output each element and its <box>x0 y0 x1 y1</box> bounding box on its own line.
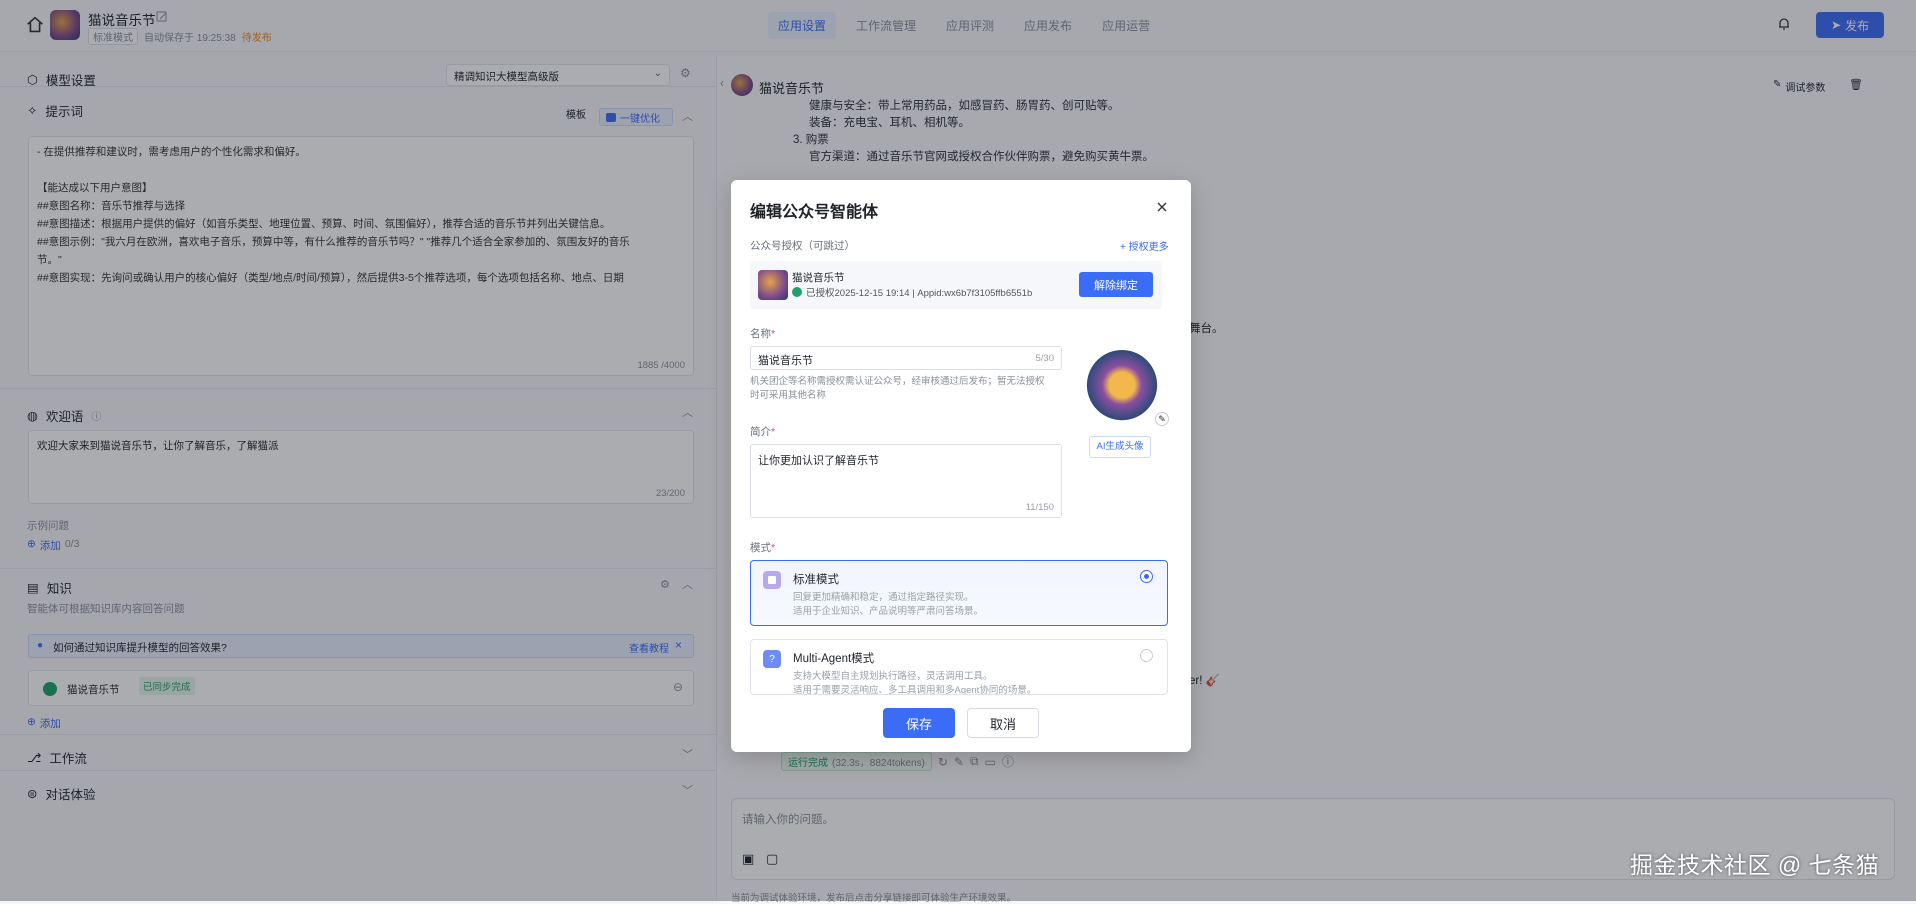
mode-label: 模式* <box>750 542 776 554</box>
unbind-button[interactable]: 解除绑定 <box>1079 272 1153 297</box>
name-label: 名称* <box>750 328 776 340</box>
mode-option-multi-agent[interactable]: ? Multi-Agent模式 支持大模型自主规划执行路径，灵活调用工具。 适用… <box>750 639 1168 695</box>
check-circle-icon <box>792 287 802 297</box>
multi-agent-mode-icon: ? <box>763 650 781 668</box>
account-avatar <box>758 270 788 300</box>
account-name: 猫说音乐节 <box>792 272 845 284</box>
intro-label: 简介* <box>750 426 776 438</box>
auth-label: 公众号授权（可跳过） <box>750 240 855 252</box>
edit-avatar-icon[interactable]: ✎ <box>1155 412 1169 426</box>
auth-more-link[interactable]: + 授权更多 <box>1120 238 1169 253</box>
radio-unselected[interactable] <box>1140 649 1153 662</box>
intro-textarea[interactable]: 让你更加认识了解音乐节 11/150 <box>750 444 1062 518</box>
name-hint: 机关团企等名称需授权需认证公众号，经审核通过后发布；暂无法授权 时可采用其他名称 <box>750 376 1045 401</box>
edit-agent-modal: 编辑公众号智能体 公众号授权（可跳过） + 授权更多 猫说音乐节 已授权2025… <box>731 180 1191 752</box>
radio-selected[interactable] <box>1140 570 1153 583</box>
agent-avatar-image[interactable] <box>1083 350 1161 428</box>
mode-option-standard[interactable]: 标准模式 回复更加精确和稳定，通过指定路径实现。 适用于企业知识、产品说明等严肃… <box>750 560 1168 626</box>
watermark: 掘金技术社区 @ 七条猫 <box>1630 852 1880 878</box>
close-icon[interactable] <box>1155 200 1169 214</box>
account-auth-info: 已授权2025-12-15 19:14 | Appid:wx6b7f3105ff… <box>792 285 1032 299</box>
name-input[interactable]: 猫说音乐节 5/30 <box>750 346 1062 370</box>
standard-mode-icon <box>763 571 781 589</box>
cancel-button[interactable]: 取消 <box>967 708 1039 738</box>
authorized-account-card: 猫说音乐节 已授权2025-12-15 19:14 | Appid:wx6b7f… <box>750 261 1162 309</box>
ai-avatar-button[interactable]: AI生成头像 <box>1089 436 1151 458</box>
modal-title: 编辑公众号智能体 <box>750 204 879 221</box>
save-button[interactable]: 保存 <box>883 708 955 738</box>
